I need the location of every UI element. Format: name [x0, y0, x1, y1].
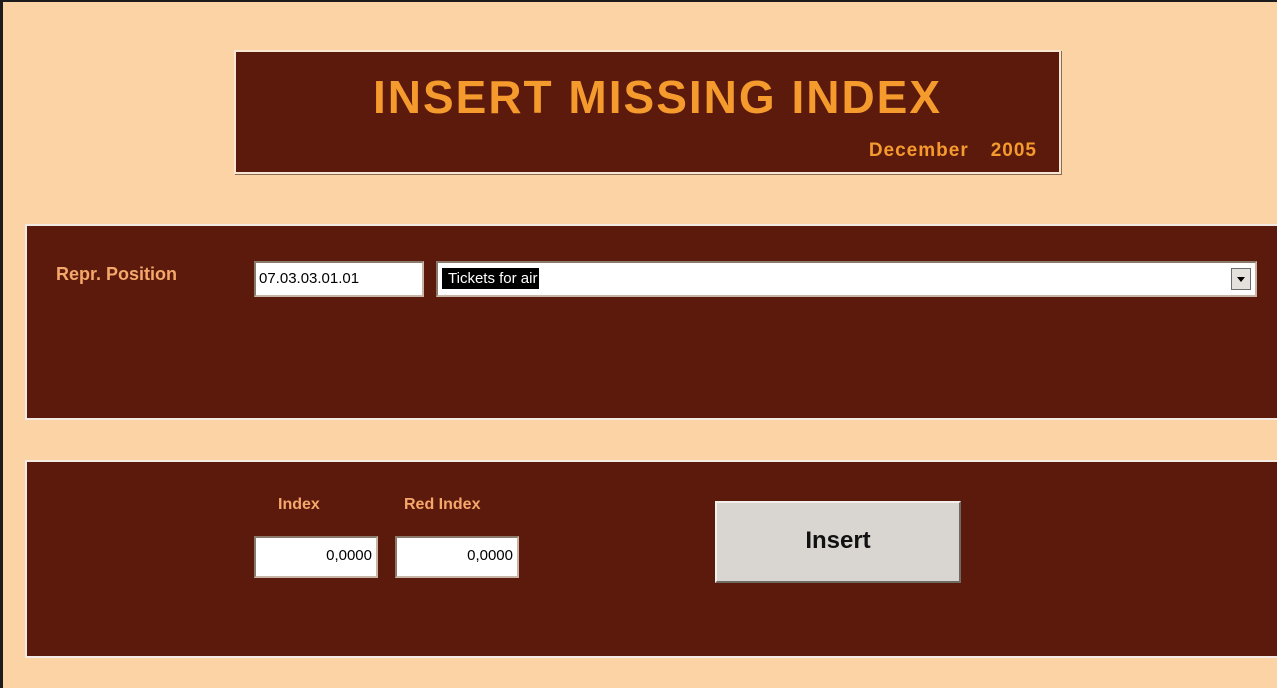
- position-panel: Repr. Position 07.03.03.01.01 Tickets fo…: [25, 224, 1277, 420]
- red-index-label: Red Index: [404, 496, 481, 513]
- period-year: 2005: [990, 140, 1037, 161]
- period-month: December: [868, 140, 969, 161]
- index-panel: Index Red Index 0,0000 0,0000 Insert: [25, 460, 1277, 658]
- position-code-field[interactable]: 07.03.03.01.01: [254, 261, 424, 297]
- form-window: INSERT MISSING INDEX December 2005 Repr. …: [0, 0, 1277, 688]
- repr-position-label: Repr. Position: [56, 264, 178, 284]
- red-index-field[interactable]: 0,0000: [395, 536, 519, 578]
- combo-selected-value: Tickets for air: [442, 268, 540, 289]
- page-title: INSERT MISSING INDEX: [372, 71, 943, 123]
- index-field[interactable]: 0,0000: [254, 536, 378, 578]
- title-banner: INSERT MISSING INDEX December 2005: [234, 50, 1061, 174]
- period-label: December 2005: [869, 140, 1037, 162]
- position-combo[interactable]: Tickets for air: [436, 261, 1257, 297]
- index-label: Index: [278, 496, 320, 513]
- chevron-down-icon[interactable]: [1231, 268, 1251, 290]
- insert-button[interactable]: Insert: [715, 501, 961, 583]
